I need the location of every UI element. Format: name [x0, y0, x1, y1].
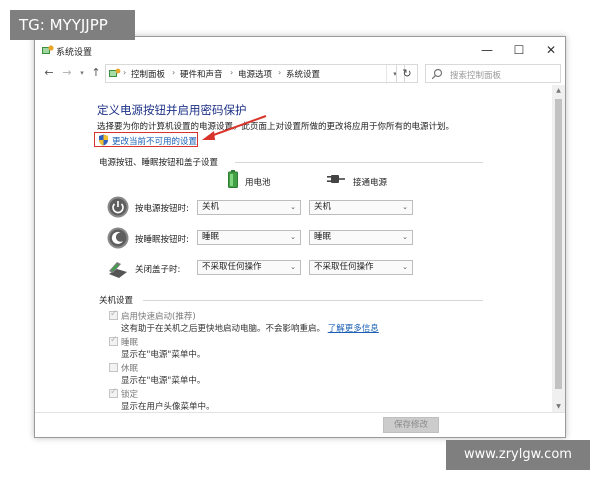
power-button-plugged-select[interactable]: 关机 ⌄	[309, 200, 413, 215]
breadcrumb-control-panel[interactable]: 控制面板	[131, 68, 165, 80]
red-arrow-annotation	[202, 115, 267, 140]
section-divider	[143, 300, 483, 301]
refresh-button[interactable]: ↻	[396, 64, 418, 83]
watermark-bottom: www.zrylgw.com	[446, 440, 590, 470]
sleep-button-battery-select[interactable]: 睡眠 ⌄	[197, 230, 301, 245]
chevron-down-icon: ⌄	[402, 233, 408, 241]
back-button[interactable]: ←	[42, 66, 56, 80]
battery-icon	[228, 170, 238, 188]
search-icon	[431, 68, 443, 80]
sleep-button-icon	[107, 227, 129, 249]
laptop-lid-icon	[109, 262, 127, 278]
sleep-checkbox[interactable]	[109, 335, 118, 346]
chevron-down-icon: ⌄	[290, 263, 296, 271]
navigation-bar: ← → ▾ ↑ › 控制面板 › 硬件和声音 › 电源选项 › 系统设置 ▾ ↻	[35, 64, 565, 84]
watermark-top: TG: MYYJJPP	[10, 10, 135, 40]
lid-close-plugged-select[interactable]: 不采取任何操作 ⌄	[309, 260, 413, 275]
system-settings-window: 系统设置 — ☐ ✕ ← → ▾ ↑ › 控制面板 › 硬件和声音 › 电源选项…	[34, 36, 566, 438]
breadcrumb-separator: ›	[278, 68, 282, 77]
fast-startup-description: 这有助于在关机之后更快地启动电脑。不会影响重启。 了解更多信息	[121, 322, 379, 334]
save-changes-button[interactable]: 保存修改	[383, 417, 439, 433]
power-button-icon	[107, 196, 129, 218]
forward-button[interactable]: →	[60, 66, 74, 80]
breadcrumb-power-options[interactable]: 电源选项	[238, 68, 272, 80]
lid-close-label: 关闭盖子时:	[135, 265, 181, 275]
scroll-up-button[interactable]: ▲	[552, 85, 565, 97]
lid-close-battery-select[interactable]: 不采取任何操作 ⌄	[197, 260, 301, 275]
uac-shield-icon	[99, 134, 108, 146]
chevron-down-icon: ⌄	[402, 263, 408, 271]
window-title: 系统设置	[56, 48, 93, 58]
system-settings-icon	[42, 45, 54, 54]
hibernate-option-description: 显示在"电源"菜单中。	[121, 376, 206, 386]
title-bar: 系统设置 — ☐ ✕	[35, 37, 565, 64]
fast-startup-label: 启用快速启动(推荐)	[121, 312, 196, 322]
select-value: 关机	[314, 202, 332, 212]
plugged-in-column-header: 接通电源	[353, 178, 388, 188]
recent-locations-dropdown[interactable]: ▾	[75, 66, 89, 80]
fast-startup-description-text: 这有助于在关机之后更快地启动电脑。不会影响重启。	[121, 324, 326, 334]
select-value: 关机	[202, 202, 220, 212]
fast-startup-checkbox[interactable]	[109, 309, 118, 320]
section-divider	[235, 162, 483, 163]
power-section-title: 电源按钮、睡眠按钮和盖子设置	[99, 158, 219, 168]
select-value: 睡眠	[202, 232, 220, 242]
battery-column-header: 用电池	[245, 178, 271, 188]
chevron-down-icon: ⌄	[290, 233, 296, 241]
select-value: 睡眠	[314, 232, 332, 242]
lock-checkbox[interactable]	[109, 387, 118, 398]
search-placeholder: 搜索控制面板	[450, 71, 502, 81]
shutdown-section-title: 关机设置	[99, 296, 134, 306]
hibernate-checkbox[interactable]	[109, 363, 118, 372]
intro-text: 选择要为你的计算机设置的电源设置。此页面上对设置所做的更改将应用于你所有的电源计…	[97, 122, 455, 132]
lock-option-label: 锁定	[121, 390, 139, 400]
sleep-option-label: 睡眠	[121, 338, 139, 348]
breadcrumb-hardware-sound[interactable]: 硬件和声音	[180, 68, 223, 80]
sleep-option-description: 显示在"电源"菜单中。	[121, 350, 206, 360]
control-panel-icon	[109, 68, 121, 77]
select-value: 不采取任何操作	[314, 262, 374, 272]
change-unavailable-settings-link[interactable]: 更改当前不可用的设置	[112, 135, 197, 147]
maximize-button[interactable]: ☐	[507, 41, 531, 59]
hibernate-option-label: 休眠	[121, 364, 139, 374]
breadcrumb-separator: ›	[123, 68, 127, 77]
sleep-button-plugged-select[interactable]: 睡眠 ⌄	[309, 230, 413, 245]
sleep-button-label: 按睡眠按钮时:	[135, 235, 189, 245]
search-input[interactable]: 搜索控制面板	[425, 64, 561, 83]
learn-more-link[interactable]: 了解更多信息	[328, 324, 379, 334]
lock-option-description: 显示在用户头像菜单中。	[121, 402, 215, 412]
footer-divider	[35, 412, 565, 413]
breadcrumb-separator: ›	[230, 68, 234, 77]
power-button-battery-select[interactable]: 关机 ⌄	[197, 200, 301, 215]
vertical-scrollbar[interactable]: ▲ ▼	[552, 85, 565, 413]
up-button[interactable]: ↑	[89, 66, 103, 80]
plug-icon	[327, 175, 345, 183]
address-bar[interactable]: › 控制面板 › 硬件和声音 › 电源选项 › 系统设置 ▾	[105, 64, 405, 84]
breadcrumb-separator: ›	[172, 68, 176, 77]
minimize-button[interactable]: —	[475, 41, 499, 59]
main-content: 定义电源按钮并启用密码保护 选择要为你的计算机设置的电源设置。此页面上对设置所做…	[35, 85, 565, 413]
select-value: 不采取任何操作	[202, 262, 262, 272]
breadcrumb-system-settings[interactable]: 系统设置	[286, 68, 320, 80]
chevron-down-icon: ⌄	[290, 203, 296, 211]
power-button-label: 按电源按钮时:	[135, 204, 189, 214]
chevron-down-icon: ⌄	[402, 203, 408, 211]
close-button[interactable]: ✕	[539, 41, 563, 59]
scroll-thumb[interactable]	[555, 99, 562, 389]
